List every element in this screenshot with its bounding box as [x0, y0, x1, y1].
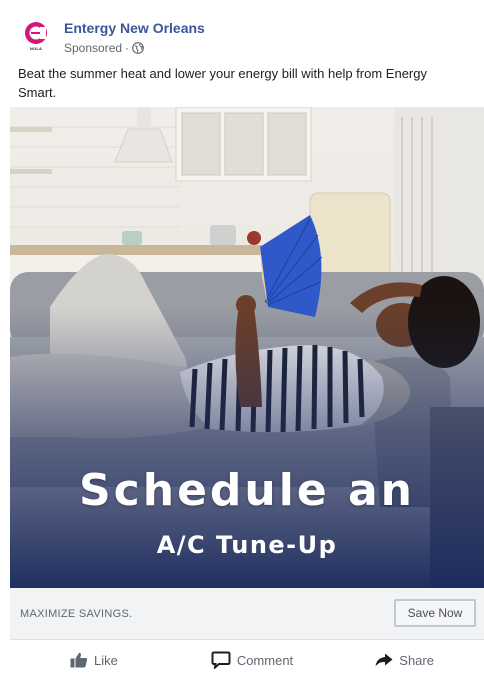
ad-subheadline: A/C Tune-Up	[156, 531, 338, 559]
share-label: Share	[399, 652, 434, 668]
meta-separator: ·	[125, 41, 130, 55]
share-button[interactable]: Share	[313, 641, 484, 679]
post-caption: Beat the summer heat and lower your ener…	[18, 66, 427, 100]
comment-label: Comment	[236, 652, 294, 668]
globe-icon[interactable]	[132, 42, 144, 54]
post-actions: Like Comment Share	[10, 641, 484, 679]
comment-button[interactable]: Comment	[191, 641, 312, 679]
thumbs-up-icon	[70, 652, 88, 668]
post-header: NOLA Entergy New Orleans Sponsored ·	[18, 14, 478, 58]
save-now-button[interactable]: Save Now	[394, 599, 476, 627]
ad-headline: Schedule an	[78, 465, 415, 516]
sponsored-label[interactable]: Sponsored	[64, 41, 122, 55]
comment-icon	[211, 651, 231, 669]
cta-text: MAXIMIZE SAVINGS.	[20, 608, 133, 620]
avatar-tag: NOLA	[29, 46, 43, 51]
page-avatar[interactable]: NOLA	[18, 18, 54, 54]
share-icon	[375, 653, 393, 667]
page-name-link[interactable]: Entergy New Orleans	[64, 20, 205, 36]
like-button[interactable]: Like	[10, 641, 191, 679]
ad-image[interactable]: Schedule an A/C Tune-Up	[10, 107, 484, 588]
like-label: Like	[94, 652, 118, 668]
sponsored-post: NOLA Entergy New Orleans Sponsored · Bea…	[0, 0, 484, 679]
cta-bar: MAXIMIZE SAVINGS. Save Now	[10, 588, 484, 640]
post-meta: Sponsored ·	[64, 41, 144, 55]
